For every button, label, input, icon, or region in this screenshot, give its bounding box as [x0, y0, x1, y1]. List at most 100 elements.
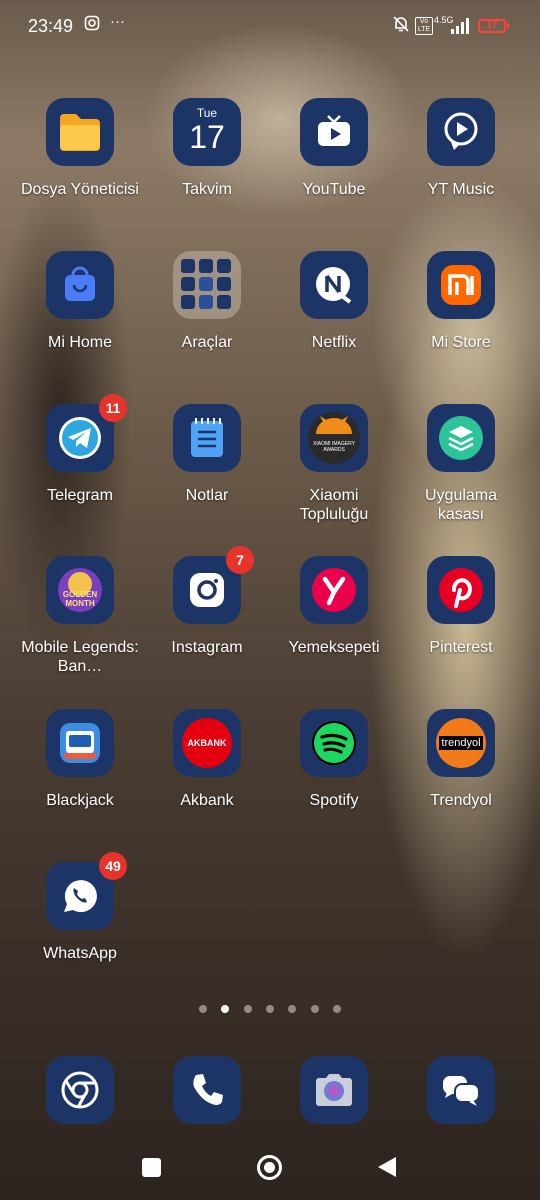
silent-bell-icon	[392, 15, 410, 37]
app-label: YouTube	[302, 181, 366, 198]
pinterest-icon[interactable]	[427, 556, 495, 624]
app-label: Mobile Legends: Ban…	[21, 639, 139, 675]
app-label: Mi Store	[431, 334, 491, 351]
app-label: Spotify	[309, 792, 359, 809]
instagram-icon[interactable]: 7	[173, 546, 254, 624]
messages-icon[interactable]	[427, 1056, 495, 1124]
app-dosya-yoneticisi[interactable]: Dosya Yöneticisi	[20, 98, 140, 199]
mi-store-icon[interactable]	[427, 251, 495, 319]
dock-camera[interactable]	[274, 1056, 394, 1124]
app-blackjack[interactable]: Blackjack	[20, 709, 140, 810]
settings-mini-icon	[199, 277, 213, 291]
chrome-icon[interactable]	[46, 1056, 114, 1124]
app-pinterest[interactable]: Pinterest	[401, 556, 521, 657]
signal-icon	[449, 18, 471, 38]
app-label: Blackjack	[46, 792, 114, 809]
app-notlar[interactable]: Notlar	[147, 404, 267, 505]
camera-icon[interactable]	[300, 1056, 368, 1124]
notification-badge: 7	[226, 546, 254, 574]
volte-icon: Vo LTE	[415, 17, 433, 35]
app-xiaomi-toplulugu[interactable]: XIAOMI IMAGERY AWARDS Xiaomi Topluluğu	[274, 404, 394, 524]
calendar-icon[interactable]: Tue 17	[173, 98, 241, 166]
home-button-inner	[264, 1162, 275, 1173]
app-label: Araçlar	[181, 334, 233, 351]
app-yt-music[interactable]: YT Music	[401, 98, 521, 199]
app-label: Notlar	[185, 487, 229, 504]
navigation-bar	[0, 1140, 540, 1200]
trendyol-icon[interactable]: trendyol	[427, 709, 495, 777]
youtube-icon[interactable]	[300, 98, 368, 166]
yt-music-icon[interactable]	[427, 98, 495, 166]
notification-badge: 49	[99, 852, 127, 880]
app-telegram[interactable]: 11 Telegram	[20, 394, 140, 505]
app-youtube[interactable]: YouTube	[274, 98, 394, 199]
app-label: YT Music	[427, 181, 495, 198]
app-mi-store[interactable]: Mi Store	[401, 251, 521, 352]
edit-mini-icon	[217, 277, 231, 291]
app-label: Pinterest	[429, 639, 493, 656]
page-dot[interactable]	[266, 1005, 274, 1013]
app-label: WhatsApp	[43, 945, 117, 962]
calendar-day: Tue	[196, 106, 218, 120]
page-dot[interactable]	[333, 1005, 342, 1013]
app-akbank[interactable]: AKBANK Akbank	[147, 709, 267, 810]
trendyol-logo-text: trendyol	[439, 736, 483, 750]
app-vault-icon[interactable]	[427, 404, 495, 472]
app-yemeksepeti[interactable]: Yemeksepeti	[274, 556, 394, 657]
dock-chrome[interactable]	[20, 1056, 140, 1124]
app-spotify[interactable]: Spotify	[274, 709, 394, 810]
dock-phone[interactable]	[147, 1056, 267, 1124]
app-netflix[interactable]: Netflix	[274, 251, 394, 352]
battery-level: 17	[486, 20, 498, 31]
page-dot[interactable]	[310, 1005, 319, 1013]
netflix-icon[interactable]	[300, 251, 368, 319]
app-takvim[interactable]: Tue 17 Takvim	[147, 98, 267, 199]
app-whatsapp[interactable]: 49 WhatsApp	[20, 852, 140, 963]
notification-badge: 11	[99, 394, 127, 422]
instagram-notification-icon	[84, 15, 100, 35]
community-icon-text: XIAOMI IMAGERY AWARDS	[313, 441, 355, 453]
dock-messages[interactable]	[401, 1056, 521, 1124]
page-indicator[interactable]	[0, 1000, 540, 1018]
blackjack-icon[interactable]	[46, 709, 114, 777]
phone-icon[interactable]	[173, 1056, 241, 1124]
battery-tip	[507, 23, 509, 29]
app-label: Dosya Yöneticisi	[21, 181, 139, 198]
app-uygulama-kasasi[interactable]: Uygulama kasası	[401, 404, 521, 524]
yemeksepeti-icon[interactable]	[300, 556, 368, 624]
telegram-icon[interactable]: 11	[46, 394, 127, 472]
security-mini-icon	[199, 295, 213, 309]
game-icon-text: GOLDEN MONTH	[62, 590, 98, 608]
page-dot-active[interactable]	[221, 1005, 230, 1013]
mobile-legends-icon[interactable]: GOLDEN MONTH	[46, 556, 114, 624]
app-mobile-legends[interactable]: GOLDEN MONTH Mobile Legends: Ban…	[20, 556, 140, 676]
app-label: Mi Home	[47, 334, 112, 351]
app-label: Instagram	[171, 639, 243, 656]
akbank-icon[interactable]: AKBANK	[173, 709, 241, 777]
folder-icon[interactable]	[46, 98, 114, 166]
app-mi-home[interactable]: Mi Home	[20, 251, 140, 352]
whatsapp-icon[interactable]: 49	[46, 852, 127, 930]
mail-mini-icon	[217, 295, 231, 309]
headphones-mini-icon	[217, 259, 231, 273]
trendyol-logo: trendyol	[436, 718, 486, 768]
app-instagram[interactable]: 7 Instagram	[147, 546, 267, 657]
mi-home-icon[interactable]	[46, 251, 114, 319]
page-dot[interactable]	[243, 1005, 252, 1013]
calculator-mini-icon	[181, 259, 195, 273]
back-button[interactable]	[377, 1156, 397, 1183]
spotify-icon[interactable]	[300, 709, 368, 777]
page-dot[interactable]	[198, 1005, 207, 1013]
xiaomi-community-icon[interactable]: XIAOMI IMAGERY AWARDS	[300, 404, 368, 472]
calendar-date: 17	[189, 119, 225, 155]
app-araclar-folder[interactable]: Araçlar	[147, 251, 267, 352]
app-label: Akbank	[180, 792, 234, 809]
home-button[interactable]	[257, 1155, 282, 1180]
app-label: Takvim	[182, 181, 232, 198]
tools-folder-icon[interactable]	[173, 251, 241, 319]
recents-button[interactable]	[142, 1158, 161, 1177]
clock-mini-icon	[199, 259, 213, 273]
page-dot[interactable]	[288, 1005, 297, 1013]
notes-icon[interactable]	[173, 404, 241, 472]
app-trendyol[interactable]: trendyol Trendyol	[401, 709, 521, 810]
